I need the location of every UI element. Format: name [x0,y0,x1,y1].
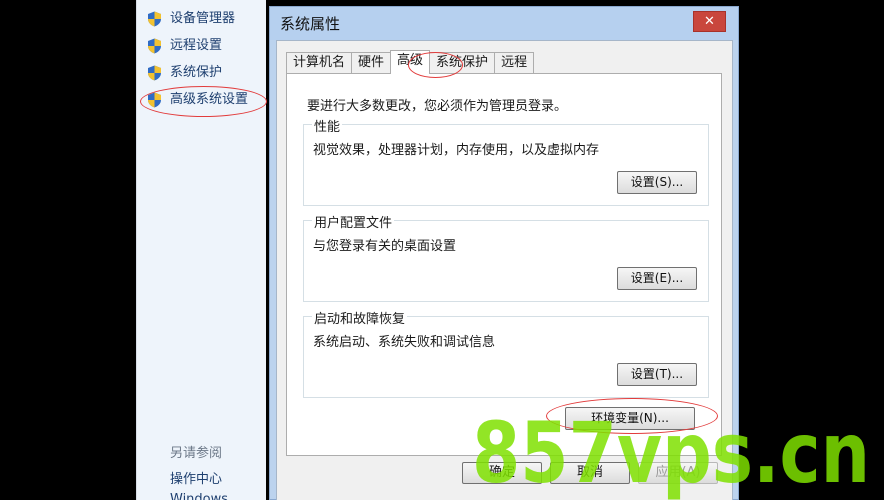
apply-button[interactable]: 应用(A) [638,462,718,484]
startup-recovery-group: 启动和故障恢复 系统启动、系统失败和调试信息 设置(T)... [303,308,709,398]
shield-icon [148,65,161,81]
shield-icon [148,38,161,54]
ok-button[interactable]: 确定 [462,462,542,484]
cancel-button[interactable]: 取消 [550,462,630,484]
user-profiles-group: 用户配置文件 与您登录有关的桌面设置 设置(E)... [303,212,709,302]
sidebar-link-remote-settings[interactable]: 远程设置 [147,36,222,56]
admin-note: 要进行大多数更改，您必须作为管理员登录。 [307,99,568,114]
sidebar-link-label: 设备管理器 [170,11,236,26]
sidebar-link-label: 远程设置 [170,38,223,53]
sidebar-link-system-protection[interactable]: 系统保护 [147,63,222,83]
user-profiles-settings-button[interactable]: 设置(E)... [617,267,697,290]
tab-system-protection[interactable]: 系统保护 [429,52,496,74]
sidebar-link-device-manager[interactable]: 设备管理器 [147,9,235,29]
tab-remote[interactable]: 远程 [494,52,535,74]
advanced-tab-panel: 要进行大多数更改，您必须作为管理员登录。 性能 视觉效果，处理器计划，内存使用，… [286,73,722,456]
sidebar-link-label: 系统保护 [170,65,223,80]
startup-recovery-settings-button[interactable]: 设置(T)... [617,363,697,386]
group-legend: 用户配置文件 [312,212,395,231]
system-properties-dialog: 系统属性 ✕ 计算机名 硬件 高级 系统保护 远程 要进行大多数更改，您必须作为… [269,6,739,500]
close-button[interactable]: ✕ [693,11,726,32]
shield-icon [148,11,161,27]
environment-variables-button[interactable]: 环境变量(N)... [565,407,695,430]
group-legend: 启动和故障恢复 [312,308,408,327]
performance-settings-button[interactable]: 设置(S)... [617,171,697,194]
tab-strip: 计算机名 硬件 高级 系统保护 远程 [286,50,535,74]
tab-advanced[interactable]: 高级 [390,50,431,74]
control-panel-sidebar: 设备管理器 远程设置 系统保护 高级系统设置 另请参阅 操作中心 Windows… [136,0,267,500]
group-legend: 性能 [312,116,343,135]
sidebar-link-label: 高级系统设置 [170,92,249,107]
action-center-link[interactable]: 操作中心 [170,468,222,487]
group-description: 视觉效果，处理器计划，内存使用，以及虚拟内存 [313,143,600,158]
tab-computer-name[interactable]: 计算机名 [286,52,353,74]
dialog-title: 系统属性 [280,15,341,33]
tab-hardware[interactable]: 硬件 [351,52,392,74]
see-also-heading: 另请参阅 [170,446,223,461]
group-description: 与您登录有关的桌面设置 [313,239,457,254]
group-description: 系统启动、系统失败和调试信息 [313,335,496,350]
windows-update-link[interactable]: Windows Update [170,492,266,500]
performance-group: 性能 视觉效果，处理器计划，内存使用，以及虚拟内存 设置(S)... [303,116,709,206]
dialog-client-area: 计算机名 硬件 高级 系统保护 远程 要进行大多数更改，您必须作为管理员登录。 … [276,40,733,500]
dialog-titlebar[interactable]: 系统属性 [270,7,738,40]
sidebar-link-advanced-system-settings[interactable]: 高级系统设置 [147,90,248,110]
shield-icon [148,92,161,108]
close-icon: ✕ [704,14,715,29]
